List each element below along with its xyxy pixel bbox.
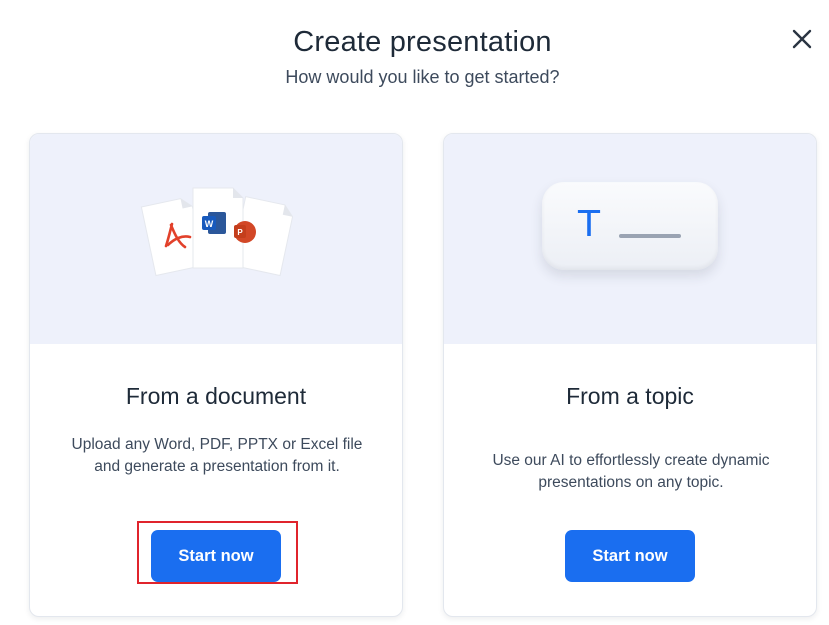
create-presentation-dialog: Create presentation How would you like t… bbox=[0, 0, 829, 625]
start-now-document-button[interactable]: Start now bbox=[151, 530, 281, 582]
start-now-topic-button[interactable]: Start now bbox=[565, 530, 695, 582]
card-hero-topic: T bbox=[444, 134, 816, 344]
dialog-subtitle: How would you like to get started? bbox=[285, 67, 560, 87]
card-from-topic[interactable]: T From a topic Use our AI to effortlessl… bbox=[443, 133, 817, 617]
svg-text:W: W bbox=[205, 219, 214, 229]
card-description-topic: Use our AI to effortlessly create dynami… bbox=[492, 452, 770, 491]
card-hero-document: W P bbox=[30, 134, 402, 344]
document-files-illustration: W P bbox=[140, 187, 294, 277]
powerpoint-icon: P bbox=[234, 221, 256, 243]
topic-input-illustration: T bbox=[542, 182, 718, 270]
svg-text:P: P bbox=[237, 228, 243, 237]
placeholder-line bbox=[619, 234, 681, 238]
text-cursor-icon: T bbox=[578, 204, 600, 245]
card-title-document: From a document bbox=[125, 383, 307, 409]
dialog-title: Create presentation bbox=[293, 26, 552, 58]
card-title-topic: From a topic bbox=[566, 383, 694, 409]
card-from-document[interactable]: W P From a document Upload any Word, PDF… bbox=[29, 133, 403, 617]
card-description-document: Upload any Word, PDF, PPTX or Excel file… bbox=[71, 436, 363, 475]
close-icon[interactable] bbox=[789, 26, 815, 52]
